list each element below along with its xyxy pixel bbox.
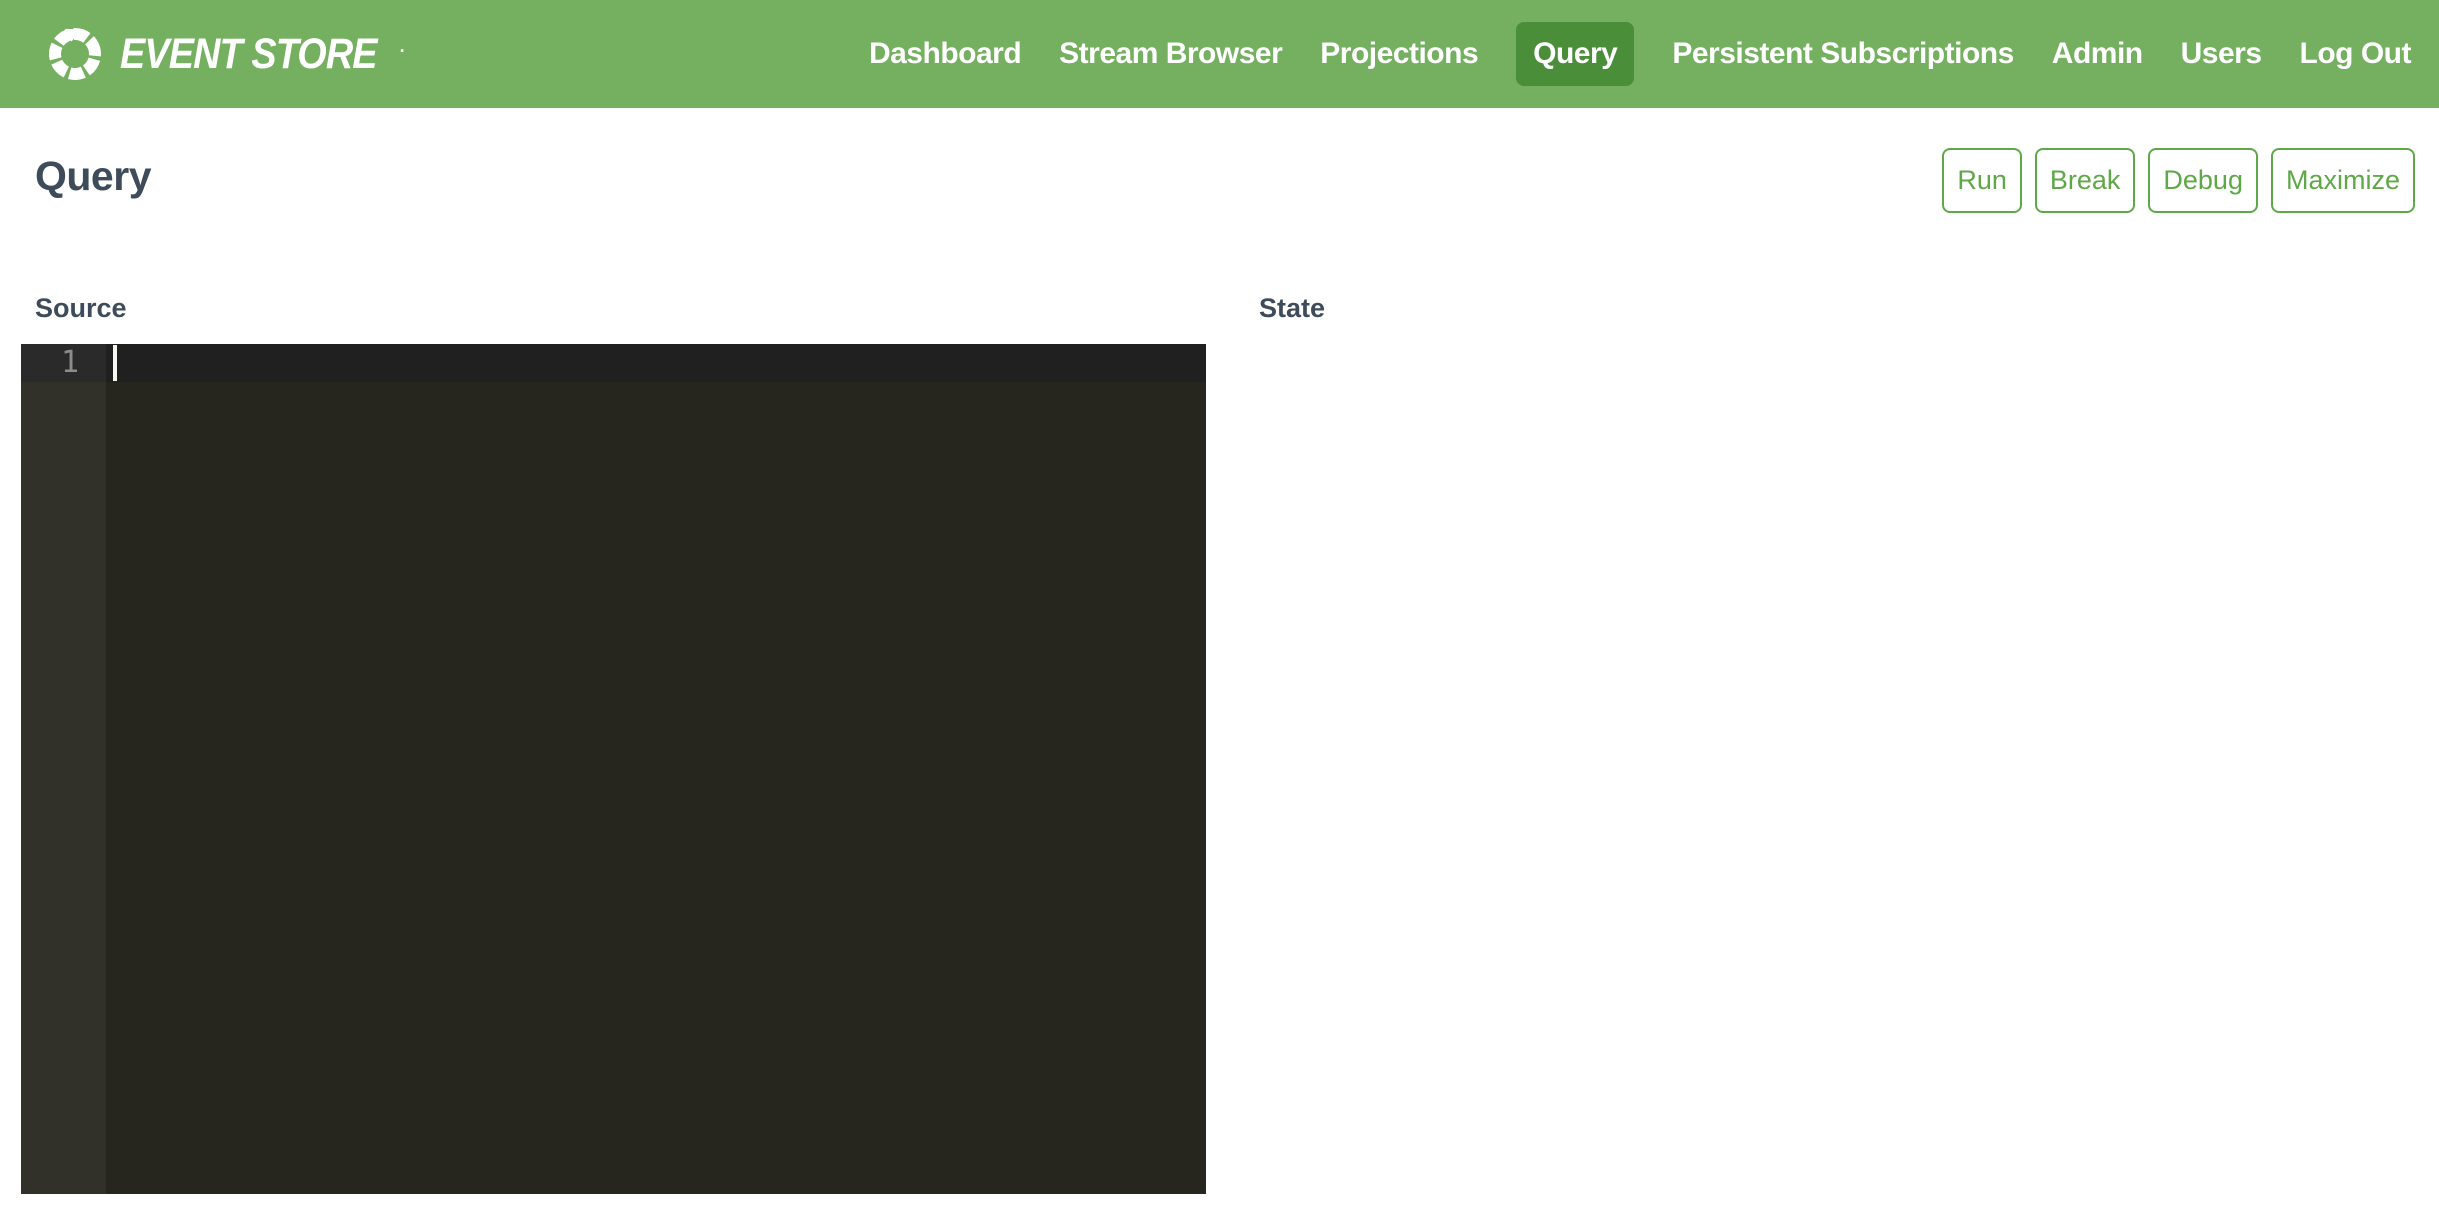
nav-item-query[interactable]: Query <box>1516 22 1634 86</box>
break-button[interactable]: Break <box>2035 148 2136 213</box>
nav-item-dashboard[interactable]: Dashboard <box>869 37 1021 71</box>
debug-button[interactable]: Debug <box>2148 148 2258 213</box>
editor-line-number-gutter <box>21 344 106 1194</box>
source-panel-label: Source <box>35 293 127 324</box>
nav-item-log-out[interactable]: Log Out <box>2300 37 2411 71</box>
top-navbar: EVENT STORE . Dashboard Stream Browser P… <box>0 0 2439 108</box>
editor-text-cursor <box>113 345 117 381</box>
nav-item-projections[interactable]: Projections <box>1320 37 1478 71</box>
nav-item-users[interactable]: Users <box>2181 37 2262 71</box>
code-editor[interactable]: 1 <box>21 344 1206 1194</box>
page-title: Query <box>35 153 151 200</box>
brand-trademark-dot: . <box>400 36 405 57</box>
editor-line-number: 1 <box>21 344 106 382</box>
nav-item-admin[interactable]: Admin <box>2052 37 2143 71</box>
state-panel-label: State <box>1259 293 1325 324</box>
brand-link[interactable]: EVENT STORE . <box>28 25 405 83</box>
nav-item-persistent-subscriptions[interactable]: Persistent Subscriptions <box>1672 37 2013 71</box>
editor-active-line[interactable]: 1 <box>21 344 1206 382</box>
maximize-button[interactable]: Maximize <box>2271 148 2415 213</box>
brand-wordmark: EVENT STORE <box>120 30 377 79</box>
eventstore-logo-icon <box>46 25 104 83</box>
nav-item-stream-browser[interactable]: Stream Browser <box>1059 37 1282 71</box>
query-toolbar: Run Break Debug Maximize <box>1942 148 2415 213</box>
run-button[interactable]: Run <box>1942 148 2022 213</box>
nav-list: Dashboard Stream Browser Projections Que… <box>869 22 2411 86</box>
